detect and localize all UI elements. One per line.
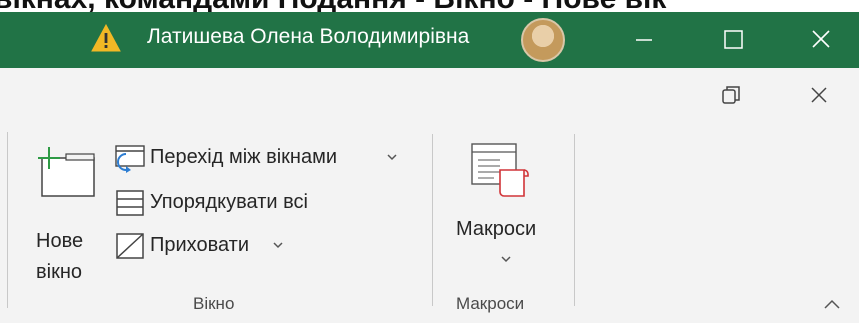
new-window-icon (38, 147, 95, 197)
warning-icon[interactable] (91, 24, 121, 52)
switch-windows-label: Перехід між вікнами (150, 146, 338, 168)
collapse-ribbon-icon[interactable] (822, 298, 842, 312)
close-button[interactable] (790, 12, 850, 68)
macros-icon (471, 143, 529, 197)
new-window-label-line1: Нове (36, 230, 84, 252)
avatar[interactable] (521, 18, 565, 62)
maximize-button[interactable] (703, 12, 763, 68)
group-separator (432, 134, 433, 306)
macros-label: Макроси (456, 218, 537, 240)
ribbon-left-border (7, 132, 8, 308)
close-icon (812, 30, 830, 48)
hide-button[interactable]: Приховати (112, 230, 312, 262)
hide-icon (116, 233, 144, 259)
background-caption: вікнах, командами Подання - Вікно - Нове… (0, 0, 666, 12)
title-bar: Латишева Олена Володимирівна (0, 12, 859, 68)
arrange-all-icon (116, 190, 144, 216)
minimize-button[interactable] (614, 12, 674, 68)
arrange-all-button[interactable]: Упорядкувати всі (112, 187, 352, 219)
group-label-macros: Макроси (456, 294, 525, 313)
minimize-icon (636, 39, 652, 41)
switch-windows-icon (115, 145, 145, 173)
chevron-down-icon (387, 154, 397, 161)
switch-windows-button[interactable]: Перехід між вікнами (112, 142, 412, 174)
macros-button[interactable]: Макроси (448, 136, 566, 276)
new-window-button[interactable]: Нове вікно (30, 136, 108, 286)
background-caption-strip: вікнах, командами Подання - Вікно - Нове… (0, 0, 859, 12)
chevron-down-icon (273, 242, 283, 249)
group-label-window: Вікно (193, 294, 235, 313)
ribbon-top-bar (0, 68, 859, 122)
restore-icon[interactable] (718, 82, 744, 108)
ribbon-body: Нове вікно Перехід між вікнами Упорядкув… (0, 122, 859, 323)
hide-label: Приховати (150, 234, 249, 256)
group-separator (574, 134, 575, 306)
close-workbook-icon[interactable] (806, 82, 832, 108)
user-name[interactable]: Латишева Олена Володимирівна (147, 25, 469, 49)
new-window-label-line2: вікно (36, 261, 82, 283)
chevron-down-icon (501, 256, 511, 263)
arrange-all-label: Упорядкувати всі (150, 191, 308, 213)
maximize-icon (724, 30, 743, 49)
